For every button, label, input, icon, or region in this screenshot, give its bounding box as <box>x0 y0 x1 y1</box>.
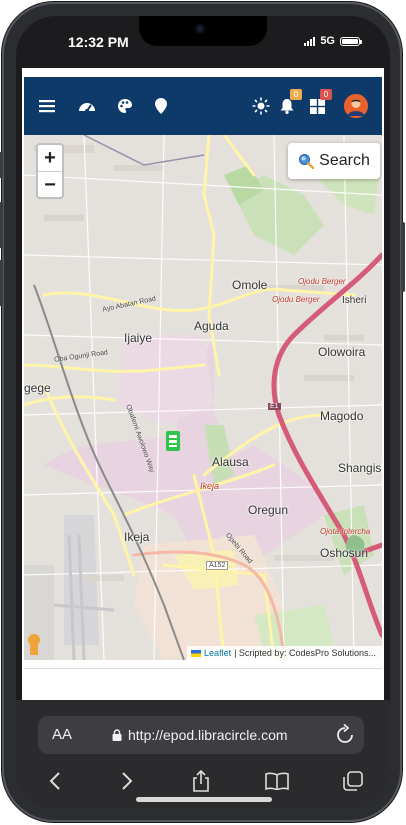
action-button <box>0 152 3 178</box>
forward-icon[interactable] <box>112 766 142 796</box>
map-attribution: Leaflet | Scripted by: CodesPro Solution… <box>187 646 382 660</box>
menu-icon[interactable] <box>36 95 58 117</box>
phone-screen: 12:32 PM 5G 0 0 Omole Aguda Ijaiye Olowo… <box>16 16 390 808</box>
divider <box>24 668 382 669</box>
place-label: Oshosun <box>320 546 369 560</box>
zoom-out-button[interactable]: − <box>38 172 62 198</box>
user-avatar[interactable] <box>344 94 368 118</box>
home-indicator <box>136 797 272 802</box>
battery-icon <box>340 36 362 46</box>
place-label: Shangish <box>338 461 382 475</box>
search-label: Search <box>319 152 370 169</box>
bell-icon[interactable]: 0 <box>276 89 302 117</box>
place-label: Ojota Intercha <box>320 527 371 536</box>
leaflet-link[interactable]: Leaflet <box>204 648 231 658</box>
url-display[interactable]: http://epod.libracircle.com <box>112 727 288 743</box>
signal-icon <box>304 36 316 46</box>
map-tiles <box>24 135 382 660</box>
place-label: Ikeja <box>124 530 150 544</box>
place-label: Oregun <box>248 503 289 517</box>
place-label: Ojodu Berger <box>298 277 346 286</box>
power-button <box>401 222 405 292</box>
bookmarks-icon[interactable] <box>262 766 292 796</box>
map-view[interactable]: Omole Aguda Ijaiye Olowoira Magodo Shang… <box>24 135 382 660</box>
text-size-button[interactable]: AA <box>52 726 72 743</box>
place-label: Aguda <box>194 319 229 333</box>
notification-badge: 0 <box>290 89 302 100</box>
place-label: Isheri <box>342 295 367 306</box>
lock-icon <box>112 729 122 741</box>
notch <box>139 16 267 46</box>
status-time: 12:32 PM <box>68 34 129 50</box>
windows-icon[interactable]: 0 <box>306 89 332 117</box>
zoom-in-button[interactable]: + <box>38 145 62 172</box>
zoom-control: + − <box>36 143 64 199</box>
url-text: http://epod.libracircle.com <box>128 727 288 743</box>
palette-icon[interactable] <box>114 95 136 117</box>
share-icon[interactable] <box>186 766 216 796</box>
top-navbar: 0 0 <box>24 77 382 135</box>
place-label: Olowoira <box>318 345 366 359</box>
camera <box>195 24 205 34</box>
volume-down-button <box>0 260 3 306</box>
sun-icon[interactable] <box>250 95 272 117</box>
place-label: gege <box>24 381 51 395</box>
place-label: Alausa <box>212 455 249 469</box>
phone-frame: 12:32 PM 5G 0 0 Omole Aguda Ijaiye Olowo… <box>0 2 405 822</box>
map-pin-icon[interactable] <box>150 95 172 117</box>
address-bar[interactable]: AA http://epod.libracircle.com <box>38 716 364 754</box>
place-label: Ijaiye <box>124 331 153 345</box>
place-label: Ojodu Berger <box>272 295 320 304</box>
place-label: Magodo <box>320 409 364 423</box>
tabs-icon[interactable] <box>338 766 368 796</box>
ukraine-flag-icon <box>191 649 202 657</box>
road-shield: E1 <box>268 403 281 410</box>
dashboard-gauge-icon[interactable] <box>76 95 98 117</box>
webpage: 0 0 Omole Aguda Ijaiye Olowoira Magodo S… <box>22 68 384 700</box>
reload-icon[interactable] <box>336 723 354 749</box>
network-label: 5G <box>320 35 335 47</box>
back-icon[interactable] <box>40 766 70 796</box>
road-shield: A152 <box>206 561 229 570</box>
windows-badge: 0 <box>320 89 332 100</box>
map-search-button[interactable]: Search <box>288 143 380 179</box>
attribution-text: | Scripted by: CodesPro Solutions... <box>234 648 376 658</box>
status-indicators: 5G <box>304 35 362 47</box>
place-label: Ikeja <box>200 481 220 491</box>
search-icon <box>299 154 315 169</box>
volume-up-button <box>0 202 3 248</box>
place-label: Omole <box>232 278 268 292</box>
